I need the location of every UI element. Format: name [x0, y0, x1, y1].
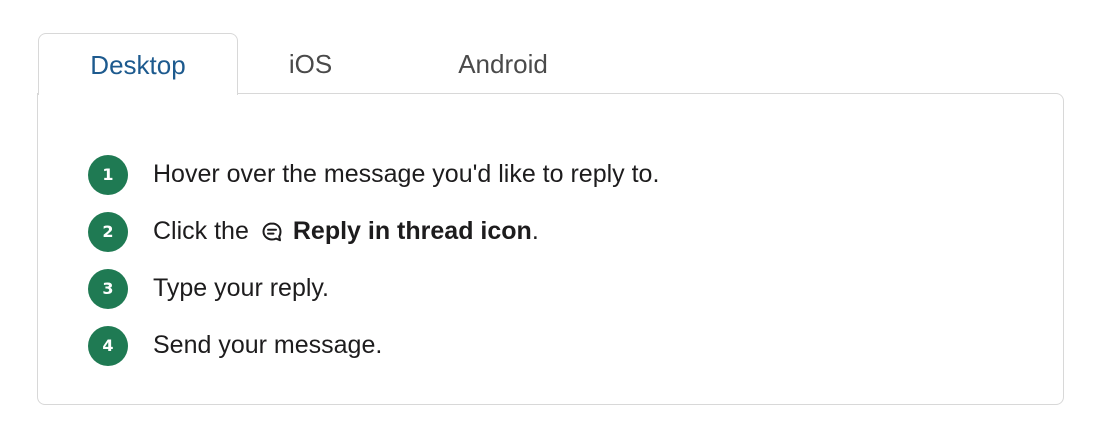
- tab-ios[interactable]: iOS: [238, 33, 383, 95]
- step-text-prefix: Click the: [153, 217, 249, 245]
- list-item: 1 Hover over the message you'd like to r…: [88, 146, 659, 203]
- list-item: 2 Click the Reply in thread icon.: [88, 203, 659, 260]
- tab-desktop[interactable]: Desktop: [38, 33, 238, 95]
- step-text-bold: Reply in thread icon: [292, 217, 532, 245]
- platform-tabs: Desktop iOS Android: [38, 33, 623, 95]
- step-text: Hover over the message you'd like to rep…: [153, 160, 660, 188]
- step-number: 2: [88, 211, 128, 252]
- tab-panel: 1 Hover over the message you'd like to r…: [37, 93, 1064, 405]
- step-text: Click the Reply in thread icon.: [153, 217, 539, 246]
- reply-in-thread-icon: [259, 219, 285, 245]
- step-number: 3: [88, 268, 128, 309]
- tab-android[interactable]: Android: [383, 33, 623, 95]
- list-item: 4 Send your message.: [88, 317, 659, 374]
- step-number: 4: [88, 325, 128, 366]
- step-text: Type your reply.: [153, 274, 330, 302]
- list-item: 3 Type your reply.: [88, 260, 659, 317]
- step-text: Send your message.: [153, 331, 383, 359]
- step-number: 1: [88, 154, 128, 195]
- steps-list: 1 Hover over the message you'd like to r…: [88, 146, 659, 374]
- step-text-suffix: .: [531, 217, 539, 245]
